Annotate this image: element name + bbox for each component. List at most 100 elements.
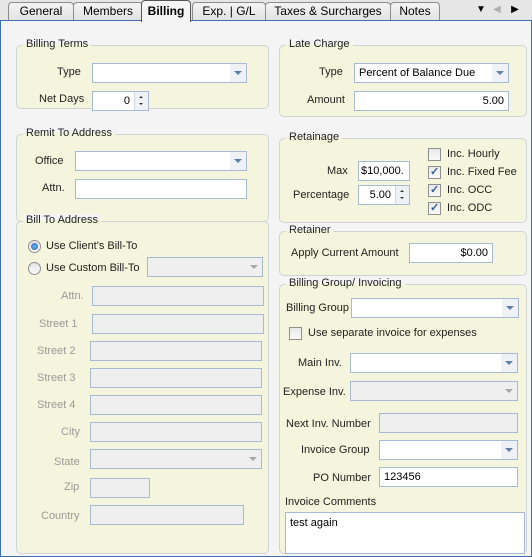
chevron-down-icon[interactable] — [245, 450, 261, 468]
retainage-group: Retainage Max $10,000. Percentage 5.00 I… — [279, 131, 527, 223]
remit-attn-input[interactable] — [75, 179, 247, 199]
street2-input[interactable] — [90, 341, 262, 361]
tab-scroll-left-icon[interactable]: ◀ — [490, 4, 504, 15]
spin-down-icon[interactable] — [139, 103, 143, 105]
inc-hourly-checkbox[interactable] — [428, 148, 441, 161]
inc-odc-checkbox[interactable] — [428, 201, 441, 215]
street2-label: Street 2 — [37, 345, 76, 357]
bill-to-attn-input[interactable] — [92, 286, 264, 306]
net-days-value: 0 — [123, 95, 130, 107]
separate-invoice-label[interactable]: Use separate invoice for expenses — [308, 327, 477, 339]
billing-terms-type-label: Type — [57, 66, 81, 78]
chevron-down-icon[interactable] — [501, 354, 517, 372]
spin-down-icon[interactable] — [400, 197, 404, 199]
use-client-bill-to-label[interactable]: Use Client's Bill-To — [46, 240, 137, 252]
tab-list-menu-icon[interactable]: ▼ — [474, 4, 488, 15]
separate-invoice-checkbox[interactable] — [289, 327, 302, 340]
office-select[interactable] — [75, 151, 247, 171]
billing-group-invoicing-title: Billing Group/ Invoicing — [286, 277, 405, 289]
spin-buttons[interactable] — [395, 186, 409, 204]
bill-to-attn-label: Attn. — [61, 290, 84, 302]
street3-input[interactable] — [90, 368, 262, 388]
retainage-percentage-label: Percentage — [293, 189, 350, 201]
inc-fixed-fee-checkbox[interactable] — [428, 165, 441, 179]
street1-input[interactable] — [92, 314, 264, 334]
chevron-down-icon[interactable] — [492, 64, 508, 82]
bill-to-group: Bill To Address Use Client's Bill-To Use… — [16, 214, 269, 554]
chevron-down-icon[interactable] — [502, 299, 518, 317]
retainage-title: Retainage — [286, 131, 343, 143]
tab-bar: General Members Billing Exp. | G/L Taxes… — [0, 0, 532, 22]
net-days-stepper[interactable]: 0 — [92, 91, 149, 111]
country-label: Country — [41, 510, 80, 522]
bill-to-title: Bill To Address — [23, 214, 101, 226]
use-custom-bill-to-label[interactable]: Use Custom Bill-To — [46, 262, 140, 274]
street4-label: Street 4 — [37, 399, 76, 411]
zip-label: Zip — [64, 481, 80, 493]
late-charge-title: Late Charge — [286, 38, 353, 50]
retainage-percentage-stepper[interactable]: 5.00 — [358, 185, 410, 205]
late-charge-amount-label: Amount — [307, 94, 345, 106]
chevron-down-icon[interactable] — [230, 152, 246, 170]
apply-current-amount-input[interactable]: $0.00 — [409, 243, 493, 263]
next-inv-number-input[interactable] — [379, 413, 518, 433]
zip-input[interactable] — [90, 478, 150, 498]
billing-terms-group: Billing Terms Type Net Days 0 — [16, 38, 269, 111]
invoice-group-label: Invoice Group — [301, 444, 370, 456]
tab-notes[interactable]: Notes — [390, 2, 440, 21]
retainer-title: Retainer — [286, 224, 334, 236]
inc-occ-checkbox[interactable] — [428, 183, 441, 197]
tab-members[interactable]: Members — [73, 2, 143, 21]
city-label: City — [61, 426, 80, 438]
street4-input[interactable] — [90, 395, 262, 415]
inc-hourly-label[interactable]: Inc. Hourly — [447, 148, 500, 160]
invoice-comments-label: Invoice Comments — [285, 496, 377, 508]
invoice-comments-textarea[interactable]: test again — [285, 512, 525, 554]
late-charge-type-value: Percent of Balance Due — [359, 67, 476, 79]
late-charge-type-select[interactable]: Percent of Balance Due — [354, 63, 509, 83]
billing-group-invoicing-group: Billing Group/ Invoicing Billing Group U… — [279, 277, 527, 554]
spin-up-icon[interactable] — [400, 190, 404, 192]
state-select[interactable] — [90, 449, 262, 469]
spin-buttons[interactable] — [134, 92, 148, 110]
tab-scroll-right-icon[interactable]: ▶ — [508, 4, 522, 15]
state-label: State — [54, 456, 80, 468]
expense-inv-label: Expense Inv. — [283, 386, 346, 398]
po-number-label: PO Number — [313, 472, 372, 484]
chevron-down-icon[interactable] — [246, 258, 262, 276]
late-charge-amount-input[interactable]: 5.00 — [354, 91, 509, 111]
retainage-max-label: Max — [327, 165, 348, 177]
invoice-group-select[interactable] — [379, 440, 518, 460]
use-custom-bill-to-radio[interactable] — [28, 262, 41, 275]
remit-to-group: Remit To Address Office Attn. — [16, 127, 269, 222]
inc-occ-label[interactable]: Inc. OCC — [447, 184, 492, 196]
chevron-down-icon[interactable] — [501, 441, 517, 459]
use-client-bill-to-radio[interactable] — [28, 240, 41, 253]
city-input[interactable] — [90, 422, 262, 442]
remit-to-title: Remit To Address — [23, 127, 116, 139]
inc-odc-label[interactable]: Inc. ODC — [447, 202, 492, 214]
main-inv-label: Main Inv. — [298, 357, 342, 369]
po-number-input[interactable]: 123456 — [379, 467, 518, 487]
chevron-down-icon[interactable] — [230, 64, 246, 82]
country-input[interactable] — [90, 505, 244, 525]
tab-general[interactable]: General — [8, 2, 74, 21]
late-charge-group: Late Charge Type Percent of Balance Due … — [279, 38, 527, 117]
expense-inv-select[interactable] — [350, 381, 518, 401]
billing-terms-type-select[interactable] — [92, 63, 247, 83]
retainage-percentage-value: 5.00 — [369, 189, 391, 201]
tab-exp-gl[interactable]: Exp. | G/L — [192, 2, 266, 21]
retainage-max-input[interactable]: $10,000. — [358, 161, 410, 181]
billing-terms-title: Billing Terms — [23, 38, 92, 50]
net-days-label: Net Days — [39, 93, 85, 105]
spin-up-icon[interactable] — [139, 96, 143, 98]
custom-bill-to-select[interactable] — [147, 257, 263, 277]
apply-current-amount-label: Apply Current Amount — [291, 247, 399, 259]
late-charge-type-label: Type — [319, 66, 343, 78]
chevron-down-icon[interactable] — [501, 382, 517, 400]
billing-group-select[interactable] — [351, 298, 519, 318]
tab-taxes-surcharges[interactable]: Taxes & Surcharges — [265, 2, 391, 21]
inc-fixed-fee-label[interactable]: Inc. Fixed Fee — [447, 166, 517, 178]
main-inv-select[interactable] — [350, 353, 518, 373]
tab-billing[interactable]: Billing — [141, 0, 191, 22]
